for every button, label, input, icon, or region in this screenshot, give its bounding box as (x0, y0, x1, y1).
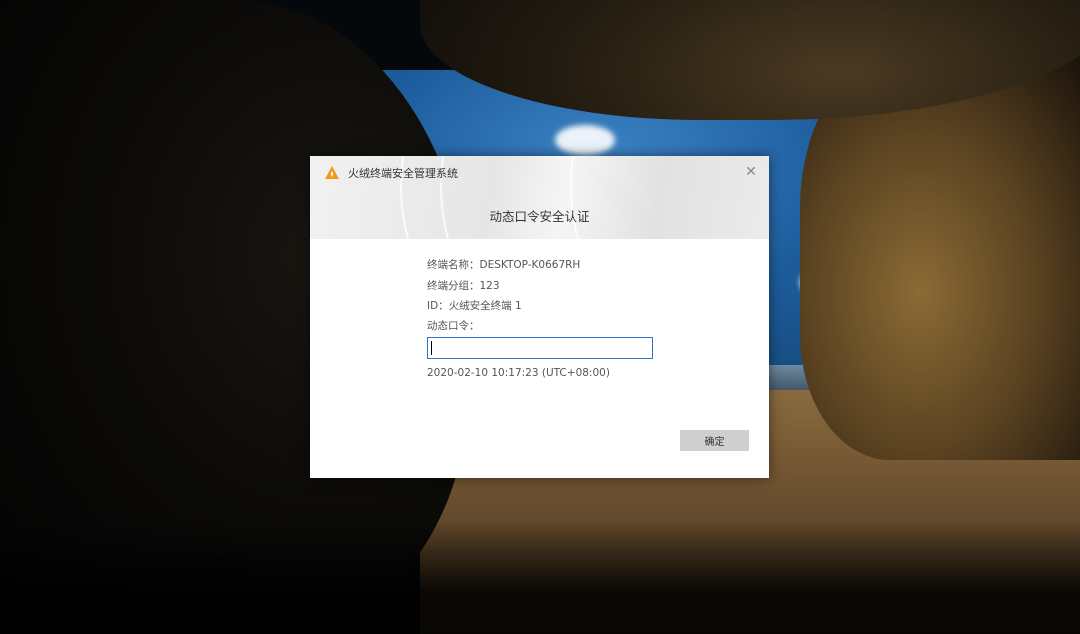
wallpaper-cloud (555, 125, 615, 155)
terminal-group-row: 终端分组：123 (427, 278, 500, 293)
terminal-group-value: 123 (479, 280, 500, 292)
app-title: 火绒终端安全管理系统 (348, 167, 458, 180)
terminal-name-row: 终端名称：DESKTOP-K0667RH (427, 257, 580, 272)
text-caret (431, 341, 432, 355)
header-decoration (570, 156, 769, 239)
huorong-logo-icon (325, 166, 339, 179)
id-label: ID： (427, 300, 449, 312)
otp-input[interactable] (427, 337, 653, 359)
terminal-group-label: 终端分组： (427, 280, 480, 292)
terminal-name-label: 终端名称： (427, 259, 480, 271)
confirm-button[interactable]: 确定 (680, 430, 749, 451)
timestamp: 2020-02-10 10:17:23 (UTC+08:00) (427, 367, 610, 379)
dialog-header: 火绒终端安全管理系统 ✕ 动态口令安全认证 (310, 156, 769, 239)
close-icon[interactable]: ✕ (743, 164, 759, 180)
terminal-name-value: DESKTOP-K0667RH (479, 259, 581, 271)
dialog-title: 动态口令安全认证 (489, 209, 590, 224)
id-value: 火绒安全终端 1 (448, 300, 522, 312)
otp-auth-dialog: 火绒终端安全管理系统 ✕ 动态口令安全认证 终端名称：DESKTOP-K0667… (310, 156, 769, 478)
wallpaper-shadow (0, 520, 1080, 634)
id-row: ID：火绒安全终端 1 (427, 298, 522, 313)
otp-label: 动态口令： (427, 320, 480, 332)
